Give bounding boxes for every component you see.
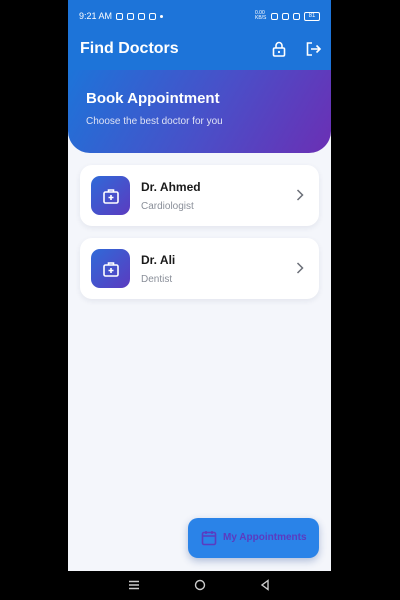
menu-icon[interactable] [127,578,141,592]
battery-icon: 81 [304,11,320,21]
doctor-specialty: Cardiologist [141,201,194,212]
network-speed: 0.00 KB/S [255,10,267,21]
status-bar: 9:21 AM 0.00 KB/S 81 [68,0,331,32]
app-notification-icon [149,12,157,20]
my-appointments-label: My Appointments [223,532,307,543]
logout-icon[interactable] [304,40,322,58]
linkedin-icon [127,12,135,20]
volte-icon [282,12,289,20]
system-nav-bar [68,571,331,600]
lock-icon[interactable] [270,40,288,58]
doctor-card[interactable]: Dr. Ahmed Cardiologist [80,165,319,226]
chevron-right-icon [296,189,304,201]
signal-icon [293,12,300,20]
calendar-icon [201,531,217,546]
app-bar: 9:21 AM 0.00 KB/S 81 Find Doctors [68,0,331,72]
medical-kit-icon [91,249,130,288]
whatsapp-icon [116,12,124,20]
status-time: 9:21 AM [79,11,113,21]
home-icon[interactable] [193,578,207,592]
notification-icon [138,12,146,20]
doctor-card[interactable]: Dr. Ali Dentist [80,238,319,299]
doctor-specialty: Dentist [141,274,173,285]
appointment-banner: Book Appointment Choose the best doctor … [68,70,331,153]
wifi-icon [271,12,278,20]
chevron-right-icon [296,262,304,274]
medical-kit-icon [91,176,130,215]
doctor-name: Dr. Ali [141,253,176,267]
my-appointments-button[interactable]: My Appointments [188,518,319,558]
back-icon[interactable] [258,578,272,592]
banner-title: Book Appointment [86,90,220,107]
app-screen: 9:21 AM 0.00 KB/S 81 Find Doctors Book A… [68,0,331,600]
page-title: Find Doctors [80,40,179,57]
banner-subtitle: Choose the best doctor for you [86,116,223,127]
more-notifications-dot [160,14,164,18]
doctor-name: Dr. Ahmed [141,180,201,194]
